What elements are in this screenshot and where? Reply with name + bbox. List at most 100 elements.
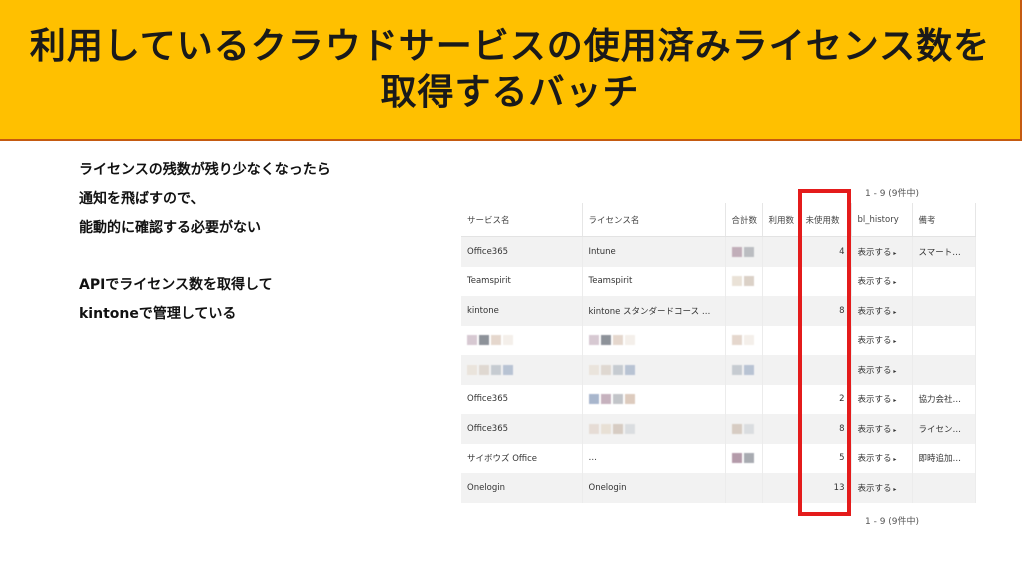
- used-cell: [762, 325, 800, 355]
- note-cell: ライセン…: [912, 414, 976, 444]
- license-cell: [582, 355, 726, 385]
- table-row[interactable]: Onelogin Onelogin 13 表示する ▸: [461, 473, 976, 503]
- history-link-cell[interactable]: 表示する ▸: [851, 236, 913, 267]
- caret-icon: ▸: [891, 456, 897, 464]
- table-row[interactable]: kintone kintone スタンダードコース 月… 8 表示する ▸: [461, 296, 976, 326]
- used-cell: [762, 443, 800, 473]
- table-row[interactable]: Office365 Intune 4 表示する ▸ スマート…: [461, 236, 976, 267]
- description-line: kintoneで管理している: [79, 306, 237, 322]
- note-cell: 協力会社…: [912, 384, 976, 414]
- redacted-block: [600, 423, 611, 434]
- redacted-block: [600, 394, 611, 404]
- table-row[interactable]: 表示する ▸: [461, 355, 976, 385]
- service-cell: Teamspirit: [461, 266, 583, 296]
- redacted-block: [503, 335, 513, 345]
- redacted-block: [588, 423, 599, 434]
- history-link-cell[interactable]: 表示する ▸: [851, 355, 913, 385]
- redacted-block: [624, 423, 635, 434]
- history-link-cell-text[interactable]: 表示する: [858, 336, 892, 346]
- used-cell: [762, 384, 800, 414]
- history-link-cell[interactable]: 表示する ▸: [851, 414, 913, 444]
- history-link-cell-text[interactable]: 表示する: [858, 366, 892, 376]
- service-cell-text: Teamspirit: [467, 276, 511, 287]
- column-header[interactable]: サービス名: [461, 203, 583, 237]
- note-cell: [912, 473, 976, 503]
- note-cell-text: 即時追加…: [918, 454, 962, 465]
- column-header[interactable]: 利用数: [762, 203, 800, 237]
- history-link-cell-text[interactable]: 表示する: [858, 395, 892, 405]
- redacted-block: [743, 364, 754, 375]
- note-cell: [912, 325, 976, 355]
- used-cell: [762, 473, 800, 503]
- used-cell: [762, 266, 800, 296]
- history-link-cell[interactable]: 表示する ▸: [851, 443, 913, 473]
- history-link-cell-text[interactable]: 表示する: [858, 454, 892, 464]
- note-cell: [912, 296, 976, 326]
- redacted-block: [600, 364, 611, 375]
- title-banner: 利用しているクラウドサービスの使用済みライセンス数を 取得するバッチ: [0, 0, 1022, 141]
- redacted-block: [467, 335, 477, 345]
- redacted-block: [479, 335, 489, 345]
- table-row[interactable]: Office365 2 表示する ▸ 協力会社…: [461, 384, 976, 414]
- history-link-cell-text[interactable]: 表示する: [858, 277, 892, 287]
- caret-icon: ▸: [891, 426, 897, 434]
- service-cell: サイボウズ Office: [461, 443, 583, 473]
- license-cell-text: Onelogin: [588, 482, 627, 493]
- redacted-block: [491, 335, 501, 345]
- redacted-block: [743, 453, 754, 463]
- column-header[interactable]: ライセンス名: [582, 203, 726, 237]
- history-link-cell[interactable]: 表示する ▸: [851, 296, 913, 326]
- redacted-block: [731, 423, 742, 434]
- column-header[interactable]: 備考: [912, 203, 976, 237]
- license-cell-text: …: [588, 453, 598, 464]
- history-link-cell-text[interactable]: 表示する: [858, 307, 892, 317]
- history-link-cell-text[interactable]: 表示する: [858, 248, 892, 258]
- service-cell: kintone: [461, 296, 583, 326]
- note-cell: スマート…: [912, 236, 976, 267]
- history-link-cell[interactable]: 表示する ▸: [851, 325, 913, 355]
- redacted-block: [624, 335, 635, 345]
- service-cell-text: Office365: [467, 394, 509, 405]
- caret-icon: ▸: [891, 249, 897, 257]
- redacted-block: [612, 423, 623, 434]
- total-cell: [725, 236, 763, 267]
- redacted-block: [731, 453, 742, 463]
- description-line: APIでライセンス数を取得して: [79, 277, 273, 293]
- history-link-cell[interactable]: 表示する ▸: [851, 473, 913, 503]
- redacted-block: [612, 364, 623, 375]
- redacted-block: [588, 394, 599, 404]
- used-cell: [762, 236, 800, 267]
- table-row[interactable]: サイボウズ Office… 5 表示する ▸ 即時追加…: [461, 443, 976, 473]
- license-cell: [582, 414, 726, 444]
- pager-bottom: 1 - 9 (9件中): [865, 517, 920, 527]
- used-cell: [762, 296, 800, 326]
- license-cell: …: [582, 443, 726, 473]
- description-line: 能動的に確認する必要がない: [79, 220, 261, 236]
- column-header[interactable]: bl_history: [851, 203, 913, 237]
- redacted-block: [479, 364, 489, 375]
- table-row[interactable]: Office365 8 表示する ▸ ライセン…: [461, 414, 976, 444]
- history-link-cell[interactable]: 表示する ▸: [851, 266, 913, 296]
- total-cell: [725, 266, 763, 296]
- table-row[interactable]: 表示する ▸: [461, 325, 976, 355]
- description-line: 通知を飛ばすので、: [79, 191, 205, 207]
- service-cell: [461, 325, 583, 355]
- service-cell-text: Office365: [467, 246, 509, 257]
- column-header[interactable]: 合計数: [725, 203, 763, 237]
- redacted-block: [624, 364, 635, 375]
- redacted-block: [588, 335, 599, 345]
- history-link-cell-text[interactable]: 表示する: [858, 484, 892, 494]
- history-link-cell[interactable]: 表示する ▸: [851, 384, 913, 414]
- title-line-1: 利用しているクラウドサービスの使用済みライセンス数を: [29, 25, 991, 67]
- redacted-block: [624, 394, 635, 404]
- table-row[interactable]: Teamspirit Teamspirit 表示する ▸: [461, 266, 976, 296]
- redacted-block: [731, 364, 742, 375]
- description-line: ライセンスの残数が残り少なくなったら: [79, 162, 331, 178]
- description: ライセンスの残数が残り少なくなったら 通知を飛ばすので、 能動的に確認する必要が…: [79, 156, 419, 329]
- history-link-cell-text[interactable]: 表示する: [858, 425, 892, 435]
- total-cell: [725, 325, 763, 355]
- caret-icon: ▸: [891, 367, 897, 375]
- license-cell: Intune: [582, 236, 726, 267]
- license-cell: Onelogin: [582, 473, 726, 503]
- license-table-screenshot: 1 - 9 (9件中) サービス名 ライセンス名 合計数 利用数 未使用数 bl…: [461, 186, 976, 527]
